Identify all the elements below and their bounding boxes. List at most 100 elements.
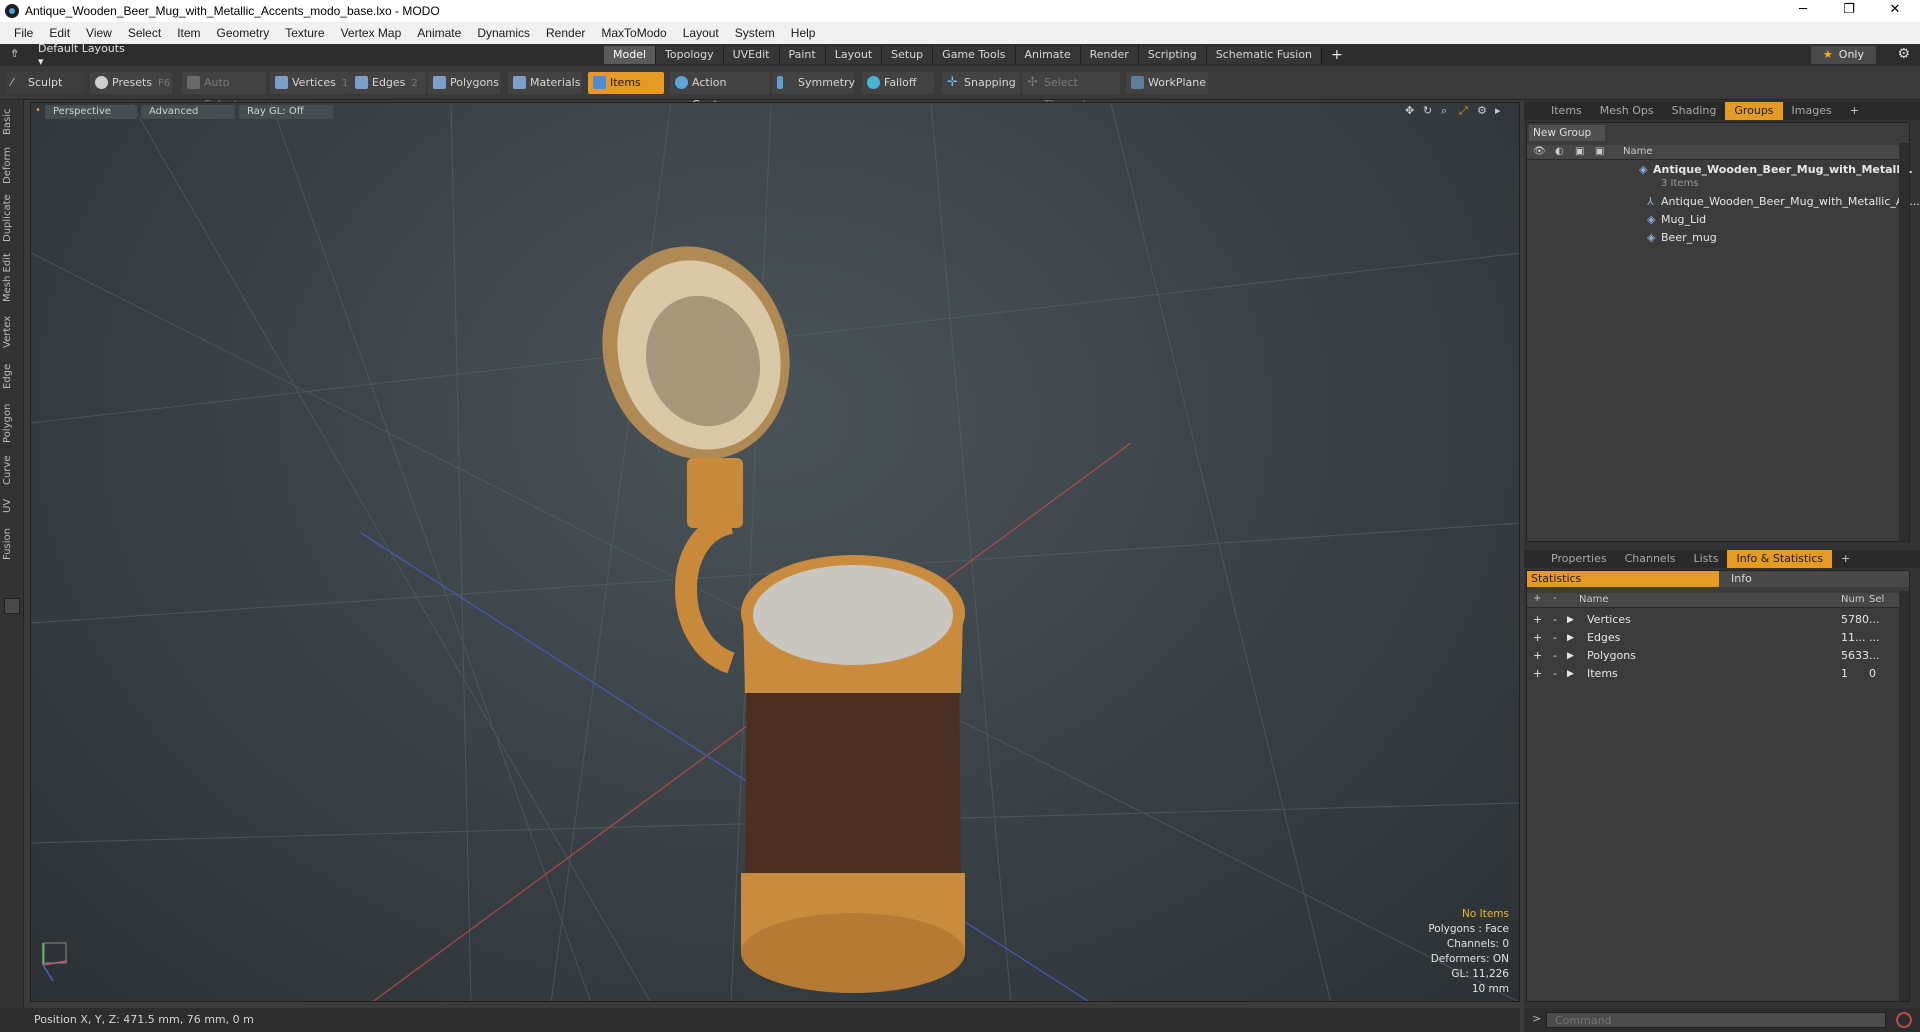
expand-arrow-icon[interactable]: ▶ [1567,629,1574,647]
tab-scripting[interactable]: Scripting [1138,46,1207,64]
vtab-deform[interactable]: Deform [2,144,22,186]
vtab-curve[interactable]: Curve [2,452,22,488]
vtab-mesh-edit[interactable]: Mesh Edit [2,250,22,306]
only-toggle[interactable]: ★ Only [1810,46,1876,64]
sculpt-button[interactable]: ⁄ Sculpt [6,72,84,94]
menu-animate[interactable]: Animate [409,26,469,40]
new-group-button[interactable]: New Group [1529,125,1605,141]
menu-view[interactable]: View [78,26,120,40]
layout-menu-icon[interactable]: ⇮ [10,47,19,60]
tab-channels[interactable]: Channels [1616,550,1685,568]
vtab-basic[interactable]: Basic [2,104,22,140]
stat-row-edges[interactable]: + - ▶ Edges 11... ... [1527,629,1909,647]
tab-properties[interactable]: Properties [1542,550,1616,568]
menu-dynamics[interactable]: Dynamics [469,26,538,40]
tree-item-beer-mug[interactable]: ◈ Beer_mug [1527,229,1909,247]
maximize-button[interactable]: ❐ [1826,0,1872,22]
select-through-button[interactable]: ✢Select Through [1022,72,1120,111]
advanced-dropdown[interactable]: Advanced [141,105,235,119]
tab-info-statistics[interactable]: Info & Statistics [1727,550,1833,568]
presets-button[interactable]: Presets F6 [90,72,172,94]
materials-button[interactable]: Materials [508,72,582,94]
command-input[interactable] [1546,1012,1886,1028]
subtab-info[interactable]: Info [1723,571,1752,587]
rotate-view-icon[interactable]: ↻ [1423,104,1432,117]
tab-game-tools[interactable]: Game Tools [933,46,1016,64]
minimize-button[interactable]: ─ [1780,0,1826,22]
add-panel-tab-icon[interactable]: + [1841,102,1868,120]
vtab-uv[interactable]: UV [2,494,22,518]
menu-system[interactable]: System [727,26,783,40]
menu-select[interactable]: Select [120,26,169,40]
stat-row-vertices[interactable]: + - ▶ Vertices 5780 ... [1527,611,1909,629]
close-button[interactable]: ✕ [1872,0,1918,22]
record-macro-icon[interactable] [1896,1012,1912,1028]
vtab-vertex[interactable]: Vertex [2,312,22,352]
polygons-button[interactable]: Polygons [428,72,500,94]
expand-arrow-icon[interactable]: ▶ [1567,611,1574,629]
tab-topology[interactable]: Topology [656,46,724,64]
vtab-duplicate[interactable]: Duplicate [2,192,22,244]
tab-items[interactable]: Items [1542,102,1591,120]
menu-vertex-map[interactable]: Vertex Map [333,26,410,40]
add-icon[interactable]: + [1533,629,1542,647]
tab-schematic-fusion[interactable]: Schematic Fusion [1206,46,1323,64]
menu-file[interactable]: File [6,26,41,40]
tab-model[interactable]: Model [604,46,657,64]
raygl-dropdown[interactable]: Ray GL: Off [239,105,333,119]
tab-images[interactable]: Images [1783,102,1841,120]
remove-icon[interactable]: - [1553,629,1557,647]
tab-mesh-ops[interactable]: Mesh Ops [1591,102,1663,120]
tab-render[interactable]: Render [1080,46,1139,64]
viewport-dot-icon[interactable]: • [35,105,41,116]
tab-lists[interactable]: Lists [1685,550,1728,568]
menu-geometry[interactable]: Geometry [209,26,278,40]
menu-help[interactable]: Help [783,26,824,40]
vtab-polygon[interactable]: Polygon [2,400,22,446]
edges-button[interactable]: Edges 2 [350,72,426,94]
tab-layout[interactable]: Layout [825,46,883,64]
vtab-edge[interactable]: Edge [2,358,22,394]
beer-mug-model[interactable] [575,222,965,993]
tab-animate[interactable]: Animate [1015,46,1081,64]
remove-icon[interactable]: - [1553,611,1557,629]
fit-view-icon[interactable]: ⤢ [1459,104,1468,118]
menu-layout[interactable]: Layout [675,26,727,40]
tab-uvedit[interactable]: UVEdit [723,46,780,64]
viewport-expand-icon[interactable]: ▸ [1495,104,1501,117]
add-tab-button[interactable]: + [1322,46,1352,64]
groups-scrollbar[interactable] [1899,143,1909,541]
statistics-scrollbar[interactable] [1899,591,1909,1001]
add-icon[interactable]: + [1533,611,1542,629]
menu-render[interactable]: Render [538,26,593,40]
items-button[interactable]: Items [588,72,664,94]
tab-setup[interactable]: Setup [882,46,934,64]
move-view-icon[interactable]: ✥ [1405,104,1414,117]
remove-icon[interactable]: - [1553,647,1557,665]
auto-select-button[interactable]: Auto Select [182,72,266,111]
default-layouts-dropdown[interactable]: Default Layouts ▾ [38,42,128,68]
viewport-settings-icon[interactable]: ⚙ [1477,104,1487,117]
stat-row-items[interactable]: + - ▶ Items 1 0 [1527,665,1909,683]
add-panel-tab-icon[interactable]: + [1832,550,1859,568]
workplane-button[interactable]: WorkPlane [1126,72,1208,94]
gear-icon[interactable]: ⚙ [1897,46,1910,62]
tree-item-antique-mesh[interactable]: ⅄ Antique_Wooden_Beer_Mug_with_Metallic_… [1527,193,1920,211]
add-icon[interactable]: + [1533,665,1542,683]
add-icon[interactable]: + [1533,647,1542,665]
tree-item-mug-lid[interactable]: ◈ Mug_Lid [1527,211,1909,229]
menu-edit[interactable]: Edit [41,26,78,40]
action-center-button[interactable]: Action Center [670,72,770,111]
perspective-dropdown[interactable]: Perspective [45,105,137,119]
remove-icon[interactable]: - [1553,665,1557,683]
expand-arrow-icon[interactable]: ▶ [1567,647,1574,665]
snapping-button[interactable]: ✛ Snapping [942,72,1020,94]
zoom-view-icon[interactable]: ⌕ [1441,104,1447,118]
symmetry-button[interactable]: Symmetry [772,72,855,94]
vertices-button[interactable]: Vertices 1 [270,72,350,94]
falloff-button[interactable]: Falloff [862,72,934,94]
tool-options-toggle[interactable] [4,598,20,614]
menu-texture[interactable]: Texture [277,26,332,40]
menu-item[interactable]: Item [169,26,208,40]
expand-arrow-icon[interactable]: ▶ [1567,665,1574,683]
